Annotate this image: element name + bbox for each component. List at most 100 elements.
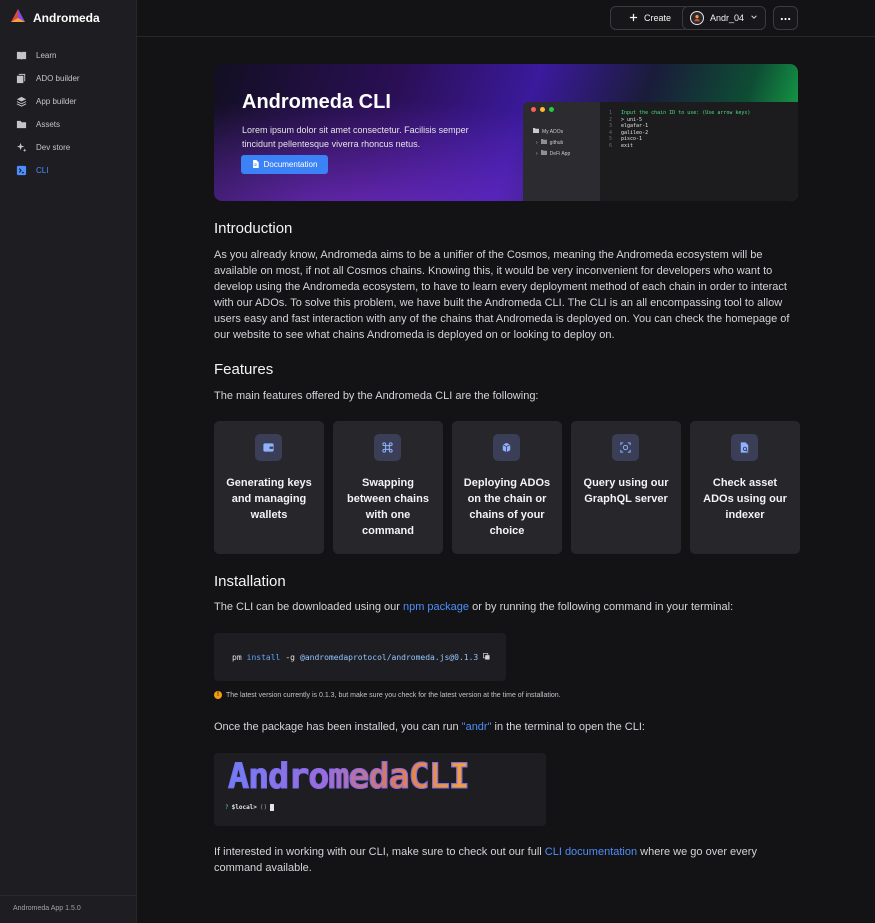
- box-icon: [493, 434, 520, 461]
- sidebar-item-label: CLI: [36, 166, 49, 175]
- chevron-right-icon: ›: [536, 140, 538, 146]
- feature-cards: Generating keys and managing wallets Swa…: [214, 421, 800, 554]
- folder-icon: [540, 138, 547, 149]
- terminal-icon: [15, 165, 27, 177]
- feature-card-query: Query using our GraphQL server: [571, 421, 681, 554]
- cli-ascii-screenshot: AndromedaCLI ? $local> (): [214, 753, 546, 826]
- chevron-right-icon: ›: [536, 151, 538, 157]
- cli-documentation-link[interactable]: CLI documentation: [545, 846, 637, 858]
- terminal-code: 1 Input the chain ID to use: (Use arrow k…: [609, 110, 750, 149]
- maximize-dot: [549, 107, 554, 112]
- sidebar-nav: Learn ADO builder App builder Assets Dev…: [0, 44, 136, 182]
- cmd-package: @andromedaprotocol/andromeda.js@0.1.3: [300, 652, 479, 662]
- version-note-text: The latest version currently is 0.1.3, b…: [226, 691, 561, 699]
- close-dot: [531, 107, 536, 112]
- line-text: > uni-5: [621, 116, 643, 123]
- feature-card-wallets: Generating keys and managing wallets: [214, 421, 324, 554]
- tree-root-label: My ADOs: [542, 129, 564, 135]
- more-horizontal-icon: [780, 13, 791, 23]
- andromeda-logo-icon: [10, 8, 26, 29]
- document-icon: [252, 159, 259, 170]
- file-explorer: My ADOs › github › DeFi App: [523, 102, 600, 201]
- tree-item: › github: [533, 138, 570, 149]
- app-version: Andromeda App 1.5.0: [0, 895, 136, 923]
- command-icon: [374, 434, 401, 461]
- features-heading: Features: [214, 361, 274, 378]
- wallet-icon: [255, 434, 282, 461]
- hero-banner: Andromeda CLI Lorem ipsum dolor sit amet…: [214, 64, 798, 201]
- introduction-heading: Introduction: [214, 220, 293, 237]
- tree-item-label: github: [549, 140, 564, 146]
- sparkle-icon: [15, 142, 27, 154]
- scan-icon: [612, 434, 639, 461]
- line-text: exit: [621, 142, 634, 149]
- book-icon: [15, 50, 27, 62]
- prompt-label: $local>: [231, 804, 257, 811]
- more-options-button[interactable]: [773, 6, 798, 30]
- sidebar-item-label: App builder: [36, 97, 77, 106]
- install-command-block[interactable]: pm install -g @andromedaprotocol/androme…: [214, 633, 506, 681]
- sidebar-item-label: Dev store: [36, 143, 71, 152]
- username: Andr_04: [709, 13, 745, 23]
- brand-name: Andromeda: [33, 11, 100, 25]
- main-content: Andromeda CLI Lorem ipsum dolor sit amet…: [214, 64, 800, 874]
- sidebar-item-dev-store[interactable]: Dev store: [0, 136, 136, 159]
- folder-icon: [540, 149, 547, 160]
- sidebar-item-label: Assets: [36, 120, 61, 129]
- cmd-keyword: install: [246, 652, 281, 662]
- version-note: ! The latest version currently is 0.1.3,…: [214, 691, 561, 699]
- cli-docs-text: If interested in working with our CLI, m…: [214, 844, 798, 876]
- cli-prompt: ? $local> (): [225, 804, 275, 811]
- installation-heading: Installation: [214, 573, 286, 590]
- npm-package-link[interactable]: npm package: [403, 601, 469, 613]
- line-number: 6: [609, 142, 613, 149]
- line-text: pisco-1: [621, 136, 643, 142]
- window-controls: [531, 107, 554, 112]
- sidebar-item-ado-builder[interactable]: ADO builder: [0, 67, 136, 90]
- cmd-prefix: pm: [232, 652, 242, 662]
- minimize-dot: [540, 107, 545, 112]
- user-menu-button[interactable]: Andr_04: [682, 6, 766, 30]
- line-text: elgafar-1: [621, 123, 649, 129]
- brand[interactable]: Andromeda: [0, 0, 136, 36]
- cmd-flag: -g: [285, 652, 295, 662]
- create-button[interactable]: Create: [610, 6, 690, 30]
- topbar: Create Andr_04: [137, 0, 875, 37]
- sidebar: Andromeda Learn ADO builder App builder …: [0, 0, 137, 923]
- feature-card-swapping: Swapping between chains with one command: [333, 421, 443, 554]
- tree-item: › DeFi App: [533, 149, 570, 160]
- feature-card-deploying: Deploying ADOs on the chain or chains of…: [452, 421, 562, 554]
- introduction-text: As you already know, Andromeda aims to b…: [214, 249, 790, 341]
- documentation-button[interactable]: Documentation: [241, 155, 328, 174]
- folder-tree: My ADOs › github › DeFi App: [533, 127, 570, 160]
- andr-command-link[interactable]: "andr": [462, 721, 492, 733]
- feature-card-indexer: Check asset ADOs using our indexer: [690, 421, 800, 554]
- sidebar-item-assets[interactable]: Assets: [0, 113, 136, 136]
- folder-icon: [533, 127, 539, 138]
- copy-icon[interactable]: [483, 652, 490, 662]
- sidebar-item-learn[interactable]: Learn: [0, 44, 136, 67]
- run-instruction: Once the package has been installed, you…: [214, 719, 645, 735]
- feature-label: Deploying ADOs on the chain or chains of…: [463, 477, 551, 537]
- feature-label: Generating keys and managing wallets: [226, 477, 312, 521]
- cursor: [270, 804, 275, 811]
- run-text-after: in the terminal to open the CLI:: [491, 721, 645, 733]
- feature-label: Check asset ADOs using our indexer: [703, 477, 787, 521]
- installation-text-after: or by running the following command in y…: [469, 601, 734, 613]
- plus-icon: [629, 13, 638, 24]
- tree-root: My ADOs: [533, 127, 570, 138]
- hero-title: Andromeda CLI: [242, 91, 391, 113]
- sidebar-item-app-builder[interactable]: App builder: [0, 90, 136, 113]
- file-search-icon: [731, 434, 758, 461]
- sidebar-item-cli[interactable]: CLI: [0, 159, 136, 182]
- avatar: [689, 11, 704, 25]
- layers-icon: [15, 96, 27, 108]
- feature-label: Query using our GraphQL server: [583, 477, 669, 505]
- tree-item-label: DeFi App: [549, 151, 571, 157]
- run-text-before: Once the package has been installed, you…: [214, 721, 462, 733]
- prompt-parens: (): [259, 804, 268, 811]
- ascii-art-title: AndromedaCLI: [228, 757, 471, 798]
- cube-icon: [15, 73, 27, 85]
- installation-text: The CLI can be downloaded using our npm …: [214, 599, 733, 615]
- chevron-down-icon: [750, 13, 758, 23]
